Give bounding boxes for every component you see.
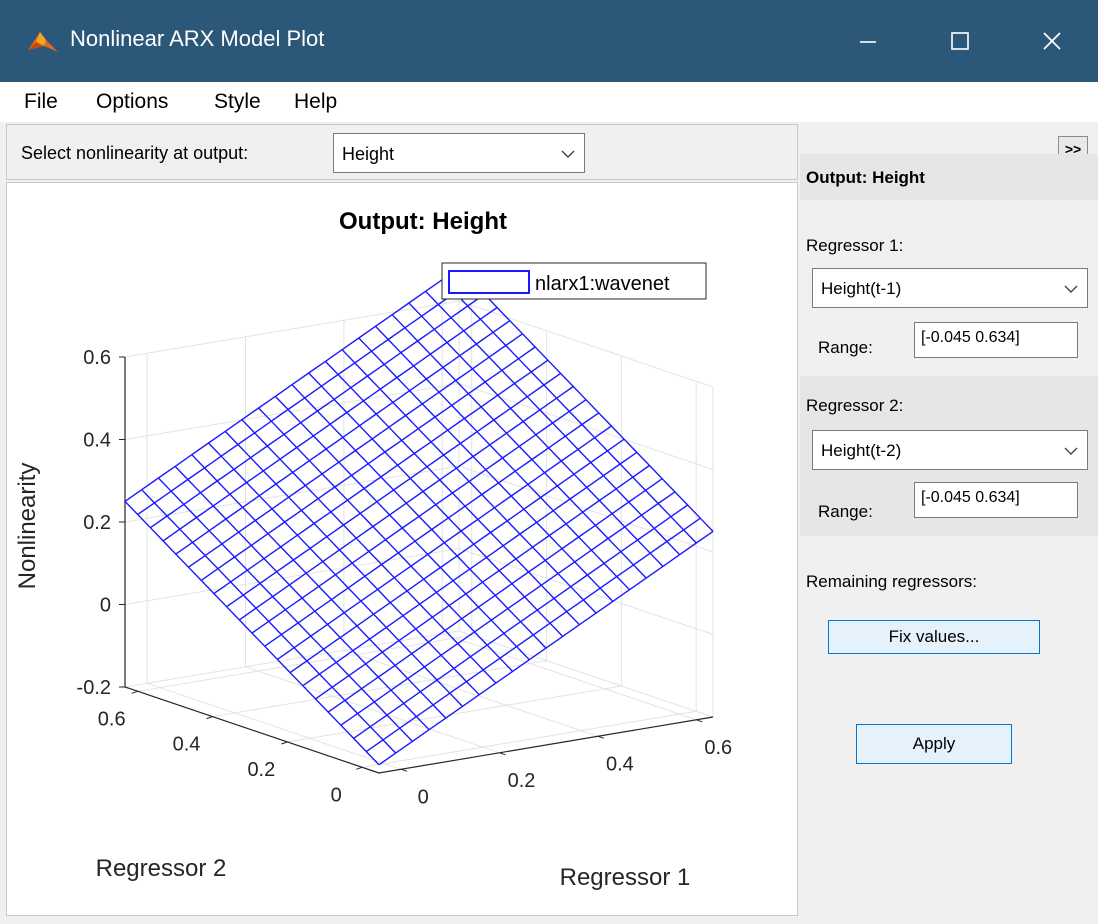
y-axis-label: Regressor 2 xyxy=(96,855,227,882)
select-nonlinearity-label: Select nonlinearity at output: xyxy=(21,143,249,163)
output-header-label: Output: Height xyxy=(806,168,925,187)
mesh-line xyxy=(137,280,473,516)
grid-line xyxy=(343,649,599,737)
grid-line xyxy=(442,633,697,721)
selector-bar: Select nonlinearity at output: Height xyxy=(6,124,798,180)
y-tick-label: 0.6 xyxy=(98,708,126,730)
regressor1-range-label: Range: xyxy=(818,338,873,357)
right-panel: >> Output: Height Regressor 1: Height(t-… xyxy=(800,124,1098,924)
output-select[interactable]: Height xyxy=(333,133,585,173)
x-tick xyxy=(400,768,408,772)
menu-style[interactable]: Style xyxy=(214,90,261,114)
regressor1-range-input[interactable]: [-0.045 0.634] xyxy=(914,322,1078,358)
regressor2-range-label: Range: xyxy=(818,502,873,521)
regressor2-select[interactable]: Height(t-2) xyxy=(812,430,1088,470)
z-tick-label: 0.2 xyxy=(83,512,111,534)
minimize-button[interactable] xyxy=(822,0,914,82)
grid-line xyxy=(124,300,460,358)
legend-label: nlarx1:wavenet xyxy=(535,273,670,295)
chevron-down-icon xyxy=(1064,285,1078,293)
y-tick xyxy=(281,741,288,745)
y-tick xyxy=(356,766,363,770)
title-bar: Nonlinear ARX Model Plot xyxy=(0,0,1098,82)
z-axis-label: Nonlinearity xyxy=(14,463,41,590)
x-tick-label: 0.2 xyxy=(508,770,536,792)
x-tick xyxy=(597,735,605,739)
y-tick xyxy=(206,716,213,720)
menu-file[interactable]: File xyxy=(24,90,58,114)
legend-swatch xyxy=(448,270,530,294)
regressor2-range-input[interactable]: [-0.045 0.634] xyxy=(914,482,1078,518)
x-tick-label: 0.6 xyxy=(704,737,732,759)
y-tick-label: 0.4 xyxy=(173,734,201,756)
z-tick-label: 0.4 xyxy=(83,430,111,452)
mesh-line xyxy=(124,267,460,502)
mesh-line xyxy=(425,290,681,556)
regressor2-value: Height(t-2) xyxy=(821,441,902,460)
legend[interactable]: nlarx1:wavenet xyxy=(441,262,707,300)
chevron-down-icon xyxy=(561,150,575,158)
mesh-line xyxy=(149,293,485,529)
x-tick xyxy=(499,752,506,756)
regressor1-select[interactable]: Height(t-1) xyxy=(812,268,1088,308)
x-tick-label: 0 xyxy=(418,786,429,808)
grid-line xyxy=(146,682,402,770)
grid-line xyxy=(458,548,714,635)
axes xyxy=(119,356,714,774)
plot-panel: 0 0.2 0.4 0.6 0 0.2 0.4 0.6 -0.2 0 0.2 0.4 0.6 Outpu… xyxy=(6,182,798,916)
apply-button[interactable]: Apply xyxy=(856,724,1012,764)
z-tick-label: 0 xyxy=(100,595,111,617)
chevron-down-icon xyxy=(1064,447,1078,455)
z-tick-label: -0.2 xyxy=(77,677,111,699)
output-header: Output: Height xyxy=(800,154,1098,200)
close-icon xyxy=(1043,32,1061,50)
menu-help[interactable]: Help xyxy=(294,90,337,114)
grid-line xyxy=(245,666,500,754)
output-select-value: Height xyxy=(342,144,395,164)
close-button[interactable] xyxy=(1006,0,1098,82)
x-tick-label: 0.4 xyxy=(606,753,634,775)
regressor1-value: Height(t-1) xyxy=(821,279,902,298)
maximize-icon xyxy=(951,32,969,50)
window-title: Nonlinear ARX Model Plot xyxy=(70,26,325,51)
grid-line xyxy=(124,465,460,523)
remaining-regressors-label: Remaining regressors: xyxy=(806,572,978,591)
regressor1-label: Regressor 1: xyxy=(806,236,904,255)
grid-line xyxy=(124,548,460,605)
regressor2-label: Regressor 2: xyxy=(806,396,904,415)
grid-line xyxy=(287,685,622,743)
maximize-button[interactable] xyxy=(914,0,1006,82)
x-axis-label: Regressor 1 xyxy=(560,864,691,891)
menu-options[interactable]: Options xyxy=(96,90,168,114)
mesh-line xyxy=(458,267,714,532)
y-tick-label: 0.2 xyxy=(247,759,275,781)
y-tick xyxy=(131,690,138,694)
matlab-icon xyxy=(28,32,58,52)
surface-plot[interactable]: 0 0.2 0.4 0.6 0 0.2 0.4 0.6 -0.2 0 0.2 0.4 0.6 Outpu… xyxy=(7,183,798,916)
x-tick xyxy=(696,719,703,723)
grid-line xyxy=(458,630,714,718)
fix-values-button[interactable]: Fix values... xyxy=(828,620,1040,654)
menu-bar: File Options Style Help xyxy=(0,82,1098,122)
minimize-icon xyxy=(860,41,876,43)
x-axis-line xyxy=(378,716,714,774)
chart-title: Output: Height xyxy=(339,208,507,235)
z-tick-label: 0.6 xyxy=(83,347,111,369)
y-tick-label: 0 xyxy=(331,784,342,806)
